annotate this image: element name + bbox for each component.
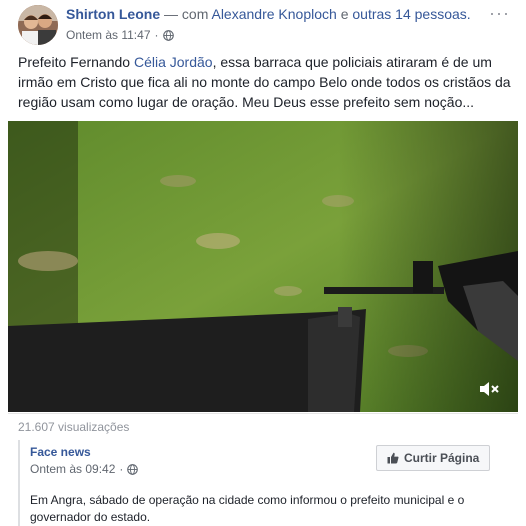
avatar[interactable] xyxy=(18,5,58,45)
tagged-person-link[interactable]: Alexandre Knoploch xyxy=(211,6,336,22)
post-text-start: Prefeito Fernando xyxy=(18,54,134,70)
post-text: Prefeito Fernando Célia Jordão, essa bar… xyxy=(18,52,513,112)
post-header: Shirton Leone — com Alexandre Knoploch e… xyxy=(66,6,471,22)
view-count: 21.607 visualizações xyxy=(18,420,130,434)
header-conjunction: — com xyxy=(164,6,209,22)
like-page-button[interactable]: Curtir Página xyxy=(376,445,491,471)
thumbs-up-icon xyxy=(387,452,399,464)
header-joiner: e xyxy=(340,6,349,22)
like-page-label: Curtir Página xyxy=(404,451,480,465)
shared-text: Em Angra, sábado de operação na cidade c… xyxy=(30,493,465,524)
shared-meta: Ontem às 09:42 · xyxy=(30,462,139,476)
author-name[interactable]: Shirton Leone xyxy=(66,6,160,22)
divider xyxy=(8,413,518,414)
shared-page-name[interactable]: Face news xyxy=(30,445,91,459)
mention-link[interactable]: Célia Jordão xyxy=(134,54,213,70)
muted-speaker-icon[interactable] xyxy=(478,380,500,398)
tagged-others-link[interactable]: outras 14 pessoas. xyxy=(352,6,470,22)
post-meta: Ontem às 11:47 · xyxy=(66,28,174,42)
video-player[interactable] xyxy=(8,121,518,412)
globe-icon[interactable] xyxy=(162,29,174,41)
globe-icon[interactable] xyxy=(127,463,139,475)
shared-post: Face news Ontem às 09:42 · Curtir Página… xyxy=(18,440,520,526)
shared-timestamp[interactable]: Ontem às 09:42 xyxy=(30,462,115,476)
post-options-button[interactable]: ··· xyxy=(489,3,510,24)
facebook-post: Shirton Leone — com Alexandre Knoploch e… xyxy=(0,0,526,526)
post-timestamp[interactable]: Ontem às 11:47 xyxy=(66,28,151,42)
